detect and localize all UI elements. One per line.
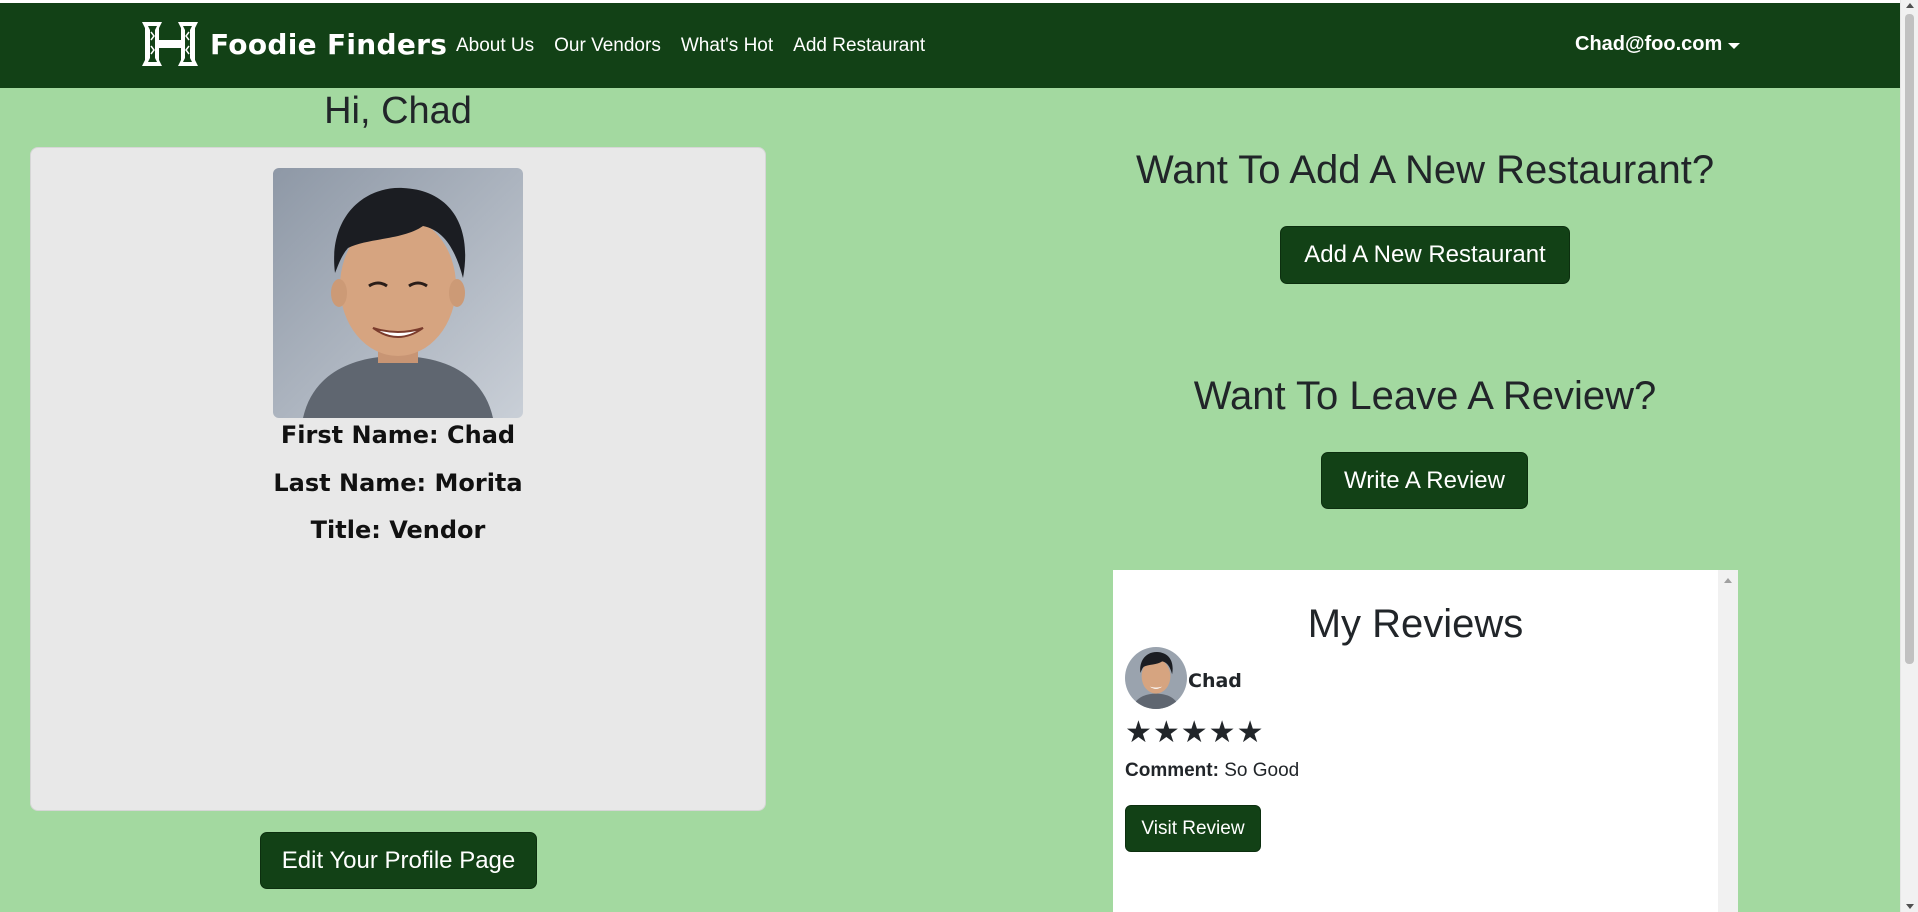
user-dropdown[interactable]: Chad@foo.com [1575,33,1741,56]
rating-stars: ★★★★★ [1125,716,1265,749]
nav-links: About Us Our Vendors What's Hot Add Rest… [456,35,925,57]
navbar: Foodie Finders About Us Our Vendors What… [0,3,1900,88]
edit-profile-button[interactable]: Edit Your Profile Page [260,832,537,889]
my-reviews-panel: My Reviews Chad ★★★★★ Comment: So Good V… [1113,570,1738,912]
nav-about-us[interactable]: About Us [456,35,534,57]
visit-review-button[interactable]: Visit Review [1125,805,1261,852]
add-restaurant-heading: Want To Add A New Restaurant? [1135,148,1715,192]
page-scrollbar[interactable] [1900,0,1918,912]
person-avatar-icon [1125,647,1187,709]
user-email: Chad@foo.com [1575,33,1723,55]
nav-our-vendors[interactable]: Our Vendors [554,35,661,57]
person-portrait-icon [273,168,523,418]
reviews-scrollbar[interactable] [1718,570,1738,912]
scroll-up-icon[interactable] [1906,3,1914,8]
nav-add-restaurant[interactable]: Add Restaurant [793,35,925,57]
comment-text: So Good [1224,760,1300,781]
comment-label: Comment: [1125,760,1219,781]
profile-photo [273,168,523,418]
caret-down-icon [1728,42,1741,49]
nav-whats-hot[interactable]: What's Hot [681,35,773,57]
profile-card: First Name: Chad Last Name: Morita Title… [30,147,766,811]
scroll-down-icon[interactable] [1906,904,1914,909]
add-restaurant-button[interactable]: Add A New Restaurant [1280,226,1570,284]
scroll-up-arrow-icon[interactable] [1724,578,1732,583]
review-comment: Comment: So Good [1125,760,1299,782]
reviewer-name: Chad [1188,670,1242,692]
title-label: Title: Vendor [310,516,486,544]
first-name-label: First Name: Chad [280,421,516,449]
brand-home-link[interactable]: Foodie Finders [140,20,447,68]
write-review-button[interactable]: Write A Review [1321,452,1528,509]
h-logo-icon [142,22,198,66]
greeting-heading: Hi, Chad [324,90,472,132]
my-reviews-heading: My Reviews [1307,602,1524,646]
last-name-label: Last Name: Morita [273,469,523,497]
leave-review-heading: Want To Leave A Review? [1193,374,1657,418]
reviewer-avatar [1125,647,1187,709]
scrollbar-thumb[interactable] [1905,14,1914,664]
brand-name: Foodie Finders [210,27,448,61]
